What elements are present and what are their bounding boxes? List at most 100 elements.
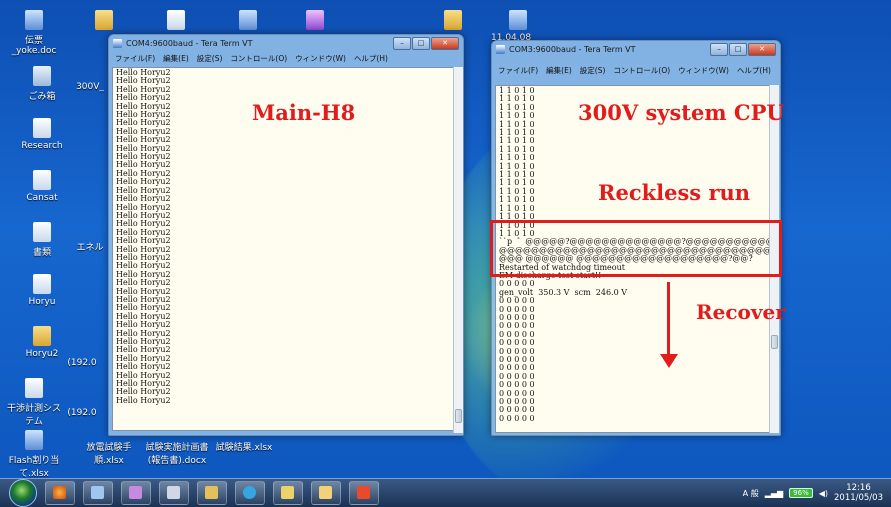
desktop-icon-top-3[interactable]: [236, 10, 260, 33]
desktop-icon-system[interactable]: 干渉計測システム: [4, 378, 64, 427]
close-button[interactable]: ✕: [748, 42, 776, 56]
terminal-line: 0 0 0 0 0: [499, 397, 535, 407]
desktop-icon-result-xlsx[interactable]: 試験結果.xlsx: [214, 440, 274, 453]
taskbar-teraterm[interactable]: [349, 481, 379, 505]
terminal-line: 1 1 0 1 0: [499, 161, 535, 171]
desktop-icon-horyu[interactable]: Horyu: [12, 274, 72, 307]
maximize-button[interactable]: □: [412, 36, 430, 50]
clock-time: 12:16: [846, 483, 871, 493]
terminal-line: 1 1 0 1 0: [499, 170, 535, 180]
desktop-icon-research[interactable]: Research: [12, 118, 72, 151]
reckless-run-label: Reckless run: [598, 180, 751, 205]
desktop-icon-top-5[interactable]: [441, 10, 465, 33]
desktop-icon-ip-2[interactable]: (192.0: [62, 408, 102, 418]
terminal-line: 0 0 0 0 0: [499, 329, 535, 339]
minimize-button[interactable]: –: [393, 36, 411, 50]
folder-icon: [319, 486, 332, 499]
taskbar-app-3[interactable]: [121, 481, 151, 505]
folder-icon: [444, 10, 462, 30]
skype-icon: [243, 486, 256, 499]
menu-help[interactable]: ヘルプ(H): [737, 65, 771, 76]
clock[interactable]: 12:16 2011/05/03: [834, 483, 883, 503]
taskbar-firefox[interactable]: [45, 481, 75, 505]
taskbar-app-2[interactable]: [83, 481, 113, 505]
vertical-scrollbar[interactable]: [453, 67, 463, 433]
language-bar[interactable]: A 般: [743, 488, 759, 499]
notebook-icon: [33, 118, 51, 138]
desktop-icon-top-6[interactable]: [506, 10, 530, 33]
taskbar-app-5[interactable]: [197, 481, 227, 505]
battery-indicator[interactable]: 96%: [789, 488, 813, 498]
menu-settings[interactable]: 設定(S): [197, 53, 223, 64]
menu-edit[interactable]: 編集(E): [163, 53, 189, 64]
app-icon: [281, 486, 294, 499]
terminal-line: 1 1 0 1 0: [499, 136, 535, 146]
desktop-icon-plan-docx[interactable]: 試験実施計画書(報告書).docx: [144, 440, 210, 466]
recycle-bin-icon: [33, 66, 51, 86]
terminal-line: 1 1 0 1 0: [499, 86, 535, 95]
desktop-icon-folder-top[interactable]: [92, 10, 116, 33]
taskbar-explorer[interactable]: [311, 481, 341, 505]
app-icon: [306, 10, 324, 30]
recover-label: Recover: [696, 300, 786, 324]
window-titlebar[interactable]: COM3:9600baud - Tera Term VT – □ ✕: [492, 41, 780, 57]
desktop-icon-top-2[interactable]: [164, 10, 188, 33]
start-button[interactable]: [9, 479, 37, 507]
maximize-button[interactable]: □: [729, 42, 747, 56]
tera-term-com4-window[interactable]: COM4:9600baud - Tera Term VT – □ ✕ ファイル(…: [108, 34, 464, 436]
close-button[interactable]: ✕: [431, 36, 459, 50]
desktop-icon-cansat[interactable]: Cansat: [12, 170, 72, 203]
window-title: COM4:9600baud - Tera Term VT: [126, 38, 253, 48]
desktop-icon-300v[interactable]: 300V_: [70, 82, 110, 92]
menu-window[interactable]: ウィンドウ(W): [295, 53, 346, 64]
terminal-line: gen_volt 350.3 V scm 246.0 V: [499, 287, 627, 297]
taskbar-app-4[interactable]: [159, 481, 189, 505]
terminal-line: Hello Horyu2: [116, 395, 171, 405]
terminal-line: 0 0 0 0 0: [499, 413, 535, 423]
volume-icon[interactable]: ◀): [819, 489, 828, 498]
desktop-icon-energy[interactable]: エネル: [70, 240, 110, 253]
terminal-line: 0 0 0 0 0: [499, 371, 535, 381]
network-icon[interactable]: ▂▄▆: [765, 489, 783, 498]
desktop-icon-recycle-bin[interactable]: ごみ箱: [12, 66, 72, 102]
calculator-icon: [167, 486, 180, 499]
desktop-icon-flash-xlsx[interactable]: Flash割り当て.xlsx: [4, 430, 64, 479]
main-h8-label: Main-H8: [252, 100, 356, 125]
taskbar-skype[interactable]: [235, 481, 265, 505]
desktop-icon-top-4[interactable]: [303, 10, 327, 33]
terminal-line: 0 0 0 0 0: [499, 388, 535, 398]
spreadsheet-icon: [25, 430, 43, 450]
menu-file[interactable]: ファイル(F): [498, 65, 538, 76]
terminal-line: 0 0 0 0 0: [499, 363, 535, 373]
menu-control[interactable]: コントロール(O): [230, 53, 287, 64]
terminal-line: 1 1 0 1 0: [499, 153, 535, 163]
teraterm-icon: [113, 38, 122, 48]
firefox-icon: [53, 486, 66, 499]
app-icon: [91, 486, 104, 499]
desktop-icon-ip-1[interactable]: (192.0: [62, 358, 102, 368]
desktop-icon-horyu2[interactable]: Horyu2: [12, 326, 72, 359]
teraterm-icon: [496, 44, 505, 54]
scrollbar-thumb[interactable]: [771, 335, 778, 349]
desktop-icon-documents[interactable]: 書類: [12, 222, 72, 258]
menu-help[interactable]: ヘルプ(H): [354, 53, 388, 64]
terminal-line: 0 0 0 0 0: [499, 380, 535, 390]
system-tray: A 般 ▂▄▆ 96% ◀) 12:16 2011/05/03: [743, 483, 891, 503]
menu-control[interactable]: コントロール(O): [613, 65, 670, 76]
desktop-icon-discharge-xlsx[interactable]: 放電試験手順.xlsx: [78, 440, 140, 466]
terminal-line: 0 0 0 0 0: [499, 405, 535, 415]
terminal-line: 0 0 0 0 0: [499, 346, 535, 356]
document-icon: [25, 10, 43, 30]
desktop-icon-doc[interactable]: 伝票_yoke.doc: [4, 10, 64, 56]
menu-settings[interactable]: 設定(S): [580, 65, 606, 76]
menu-window[interactable]: ウィンドウ(W): [678, 65, 729, 76]
notebook-icon: [33, 170, 51, 190]
clock-date: 2011/05/03: [834, 493, 883, 503]
menu-edit[interactable]: 編集(E): [546, 65, 572, 76]
minimize-button[interactable]: –: [710, 42, 728, 56]
menu-file[interactable]: ファイル(F): [115, 53, 155, 64]
scrollbar-thumb[interactable]: [455, 409, 462, 423]
document-icon: [509, 10, 527, 30]
window-titlebar[interactable]: COM4:9600baud - Tera Term VT – □ ✕: [109, 35, 463, 51]
taskbar-app-7[interactable]: [273, 481, 303, 505]
